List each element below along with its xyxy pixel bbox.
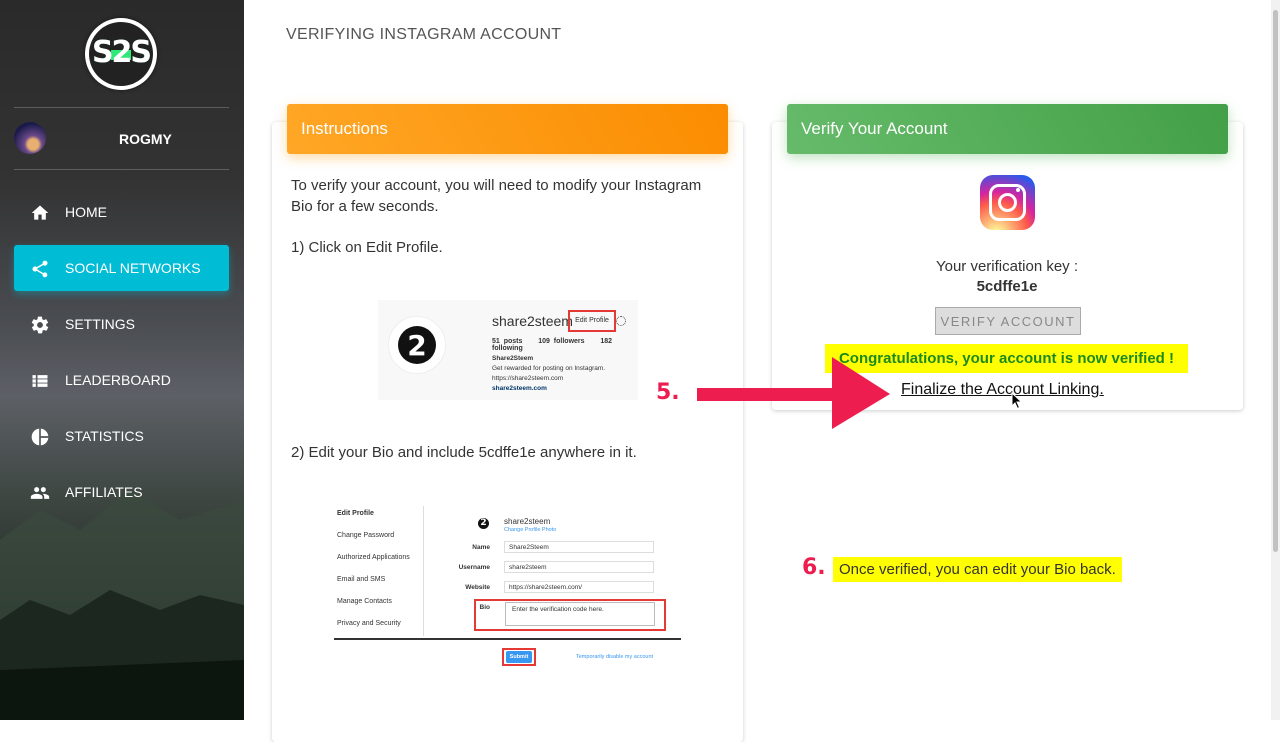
verify-account-button[interactable]: VERIFY ACCOUNT xyxy=(935,307,1081,335)
account-avatar: 2 xyxy=(478,518,489,529)
nav-item-settings[interactable]: SETTINGS xyxy=(14,301,229,347)
field-label: Name xyxy=(472,544,490,551)
instagram-edit-profile-screenshot: Edit Profile Change Password Authorized … xyxy=(334,500,684,670)
page-title: VERIFYING INSTAGRAM ACCOUNT xyxy=(286,26,562,43)
divider xyxy=(14,169,229,170)
menu-item: Privacy and Security xyxy=(337,620,401,627)
field-label: Website xyxy=(465,584,490,591)
field-label: Username xyxy=(458,564,490,571)
field-label: Bio xyxy=(479,604,490,611)
menu-item: Change Password xyxy=(337,532,395,539)
scrollbar-thumb[interactable] xyxy=(1273,10,1278,552)
nav-label: SETTINGS xyxy=(65,316,136,332)
app-logo[interactable]: S2S xyxy=(85,18,157,90)
mouse-cursor-icon xyxy=(1011,392,1023,410)
nav-item-home[interactable]: HOME xyxy=(14,189,229,235)
field-input: https://share2steem.com/ xyxy=(504,581,654,593)
profile-bio-title: Share2Steem xyxy=(492,355,534,362)
arrow-icon xyxy=(697,357,890,429)
nav-label: AFFILIATES xyxy=(65,484,143,500)
instructions-header-title: Instructions xyxy=(301,119,388,138)
edit-profile-button: Edit Profile xyxy=(568,310,616,332)
menu-item: Email and SMS xyxy=(337,576,386,583)
avatar xyxy=(14,122,46,154)
nav-label: STATISTICS xyxy=(65,428,144,444)
instructions-step2: 2) Edit your Bio and include 5cdffe1e an… xyxy=(291,444,637,461)
edit-bio-note: Once verified, you can edit your Bio bac… xyxy=(833,557,1122,582)
menu-item: Edit Profile xyxy=(337,510,374,517)
menu-item: Manage Contacts xyxy=(337,598,392,605)
pie-chart-icon xyxy=(31,428,49,446)
instructions-intro: To verify your account, you will need to… xyxy=(291,177,702,215)
user-profile[interactable]: ROGMY xyxy=(14,122,229,156)
bio-textarea: Enter the verification code here. xyxy=(505,602,655,626)
step-5-marker: 5. xyxy=(656,380,680,405)
change-photo-link: Change Profile Photo xyxy=(504,527,557,533)
menu-item: Authorized Applications xyxy=(337,554,410,561)
nav-label: HOME xyxy=(65,204,107,220)
field-input: share2steem xyxy=(504,561,654,573)
people-icon xyxy=(30,487,50,499)
mountain-background xyxy=(0,490,244,720)
instructions-step1: 1) Click on Edit Profile. xyxy=(291,239,443,256)
step-6-marker: 6. xyxy=(802,555,826,580)
nav-item-social-networks[interactable]: SOCIAL NETWORKS xyxy=(14,245,229,291)
verification-key: 5cdffe1e xyxy=(976,278,1038,295)
nav-item-affiliates[interactable]: AFFILIATES xyxy=(14,469,229,515)
divider xyxy=(14,107,229,108)
profile-stats: 51 posts 109 followers 182 following xyxy=(492,338,613,352)
gear-icon xyxy=(616,316,626,326)
field-input: Share2Steem xyxy=(504,541,654,553)
instagram-icon xyxy=(980,175,1035,230)
verify-header-title: Verify Your Account xyxy=(801,119,948,138)
profile-logo xyxy=(388,316,446,374)
finalize-linking-link[interactable]: Finalize the Account Linking. xyxy=(901,381,1104,399)
nav-label: SOCIAL NETWORKS xyxy=(65,260,201,276)
nav-item-statistics[interactable]: STATISTICS xyxy=(14,413,229,459)
profile-link: https://share2steem.com xyxy=(492,375,564,382)
sidebar: S2S ROGMY HOME SOCIAL NETWORKS SETTINGS … xyxy=(0,0,244,720)
gear-icon xyxy=(31,316,49,334)
profile-bio-line: Get rewarded for posting on Instagram. xyxy=(492,365,606,372)
instagram-profile-screenshot: share2steem Edit Profile 51 posts 109 fo… xyxy=(378,300,638,400)
profile-link-short: share2steem.com xyxy=(492,385,547,392)
list-icon xyxy=(32,375,48,387)
verify-header: Verify Your Account xyxy=(787,104,1228,154)
profile-name: share2steem xyxy=(492,313,573,329)
home-icon xyxy=(31,205,49,220)
instructions-header: Instructions xyxy=(287,104,728,154)
verification-key-label: Your verification key : xyxy=(935,258,1079,275)
account-name: share2steem xyxy=(504,517,551,526)
share-icon xyxy=(32,260,48,278)
submit-button: Submit xyxy=(506,651,532,663)
username: ROGMY xyxy=(119,131,172,147)
nav-label: LEADERBOARD xyxy=(65,372,171,388)
nav-item-leaderboard[interactable]: LEADERBOARD xyxy=(14,357,229,403)
disable-account-link: Temporarily disable my account xyxy=(576,654,654,660)
